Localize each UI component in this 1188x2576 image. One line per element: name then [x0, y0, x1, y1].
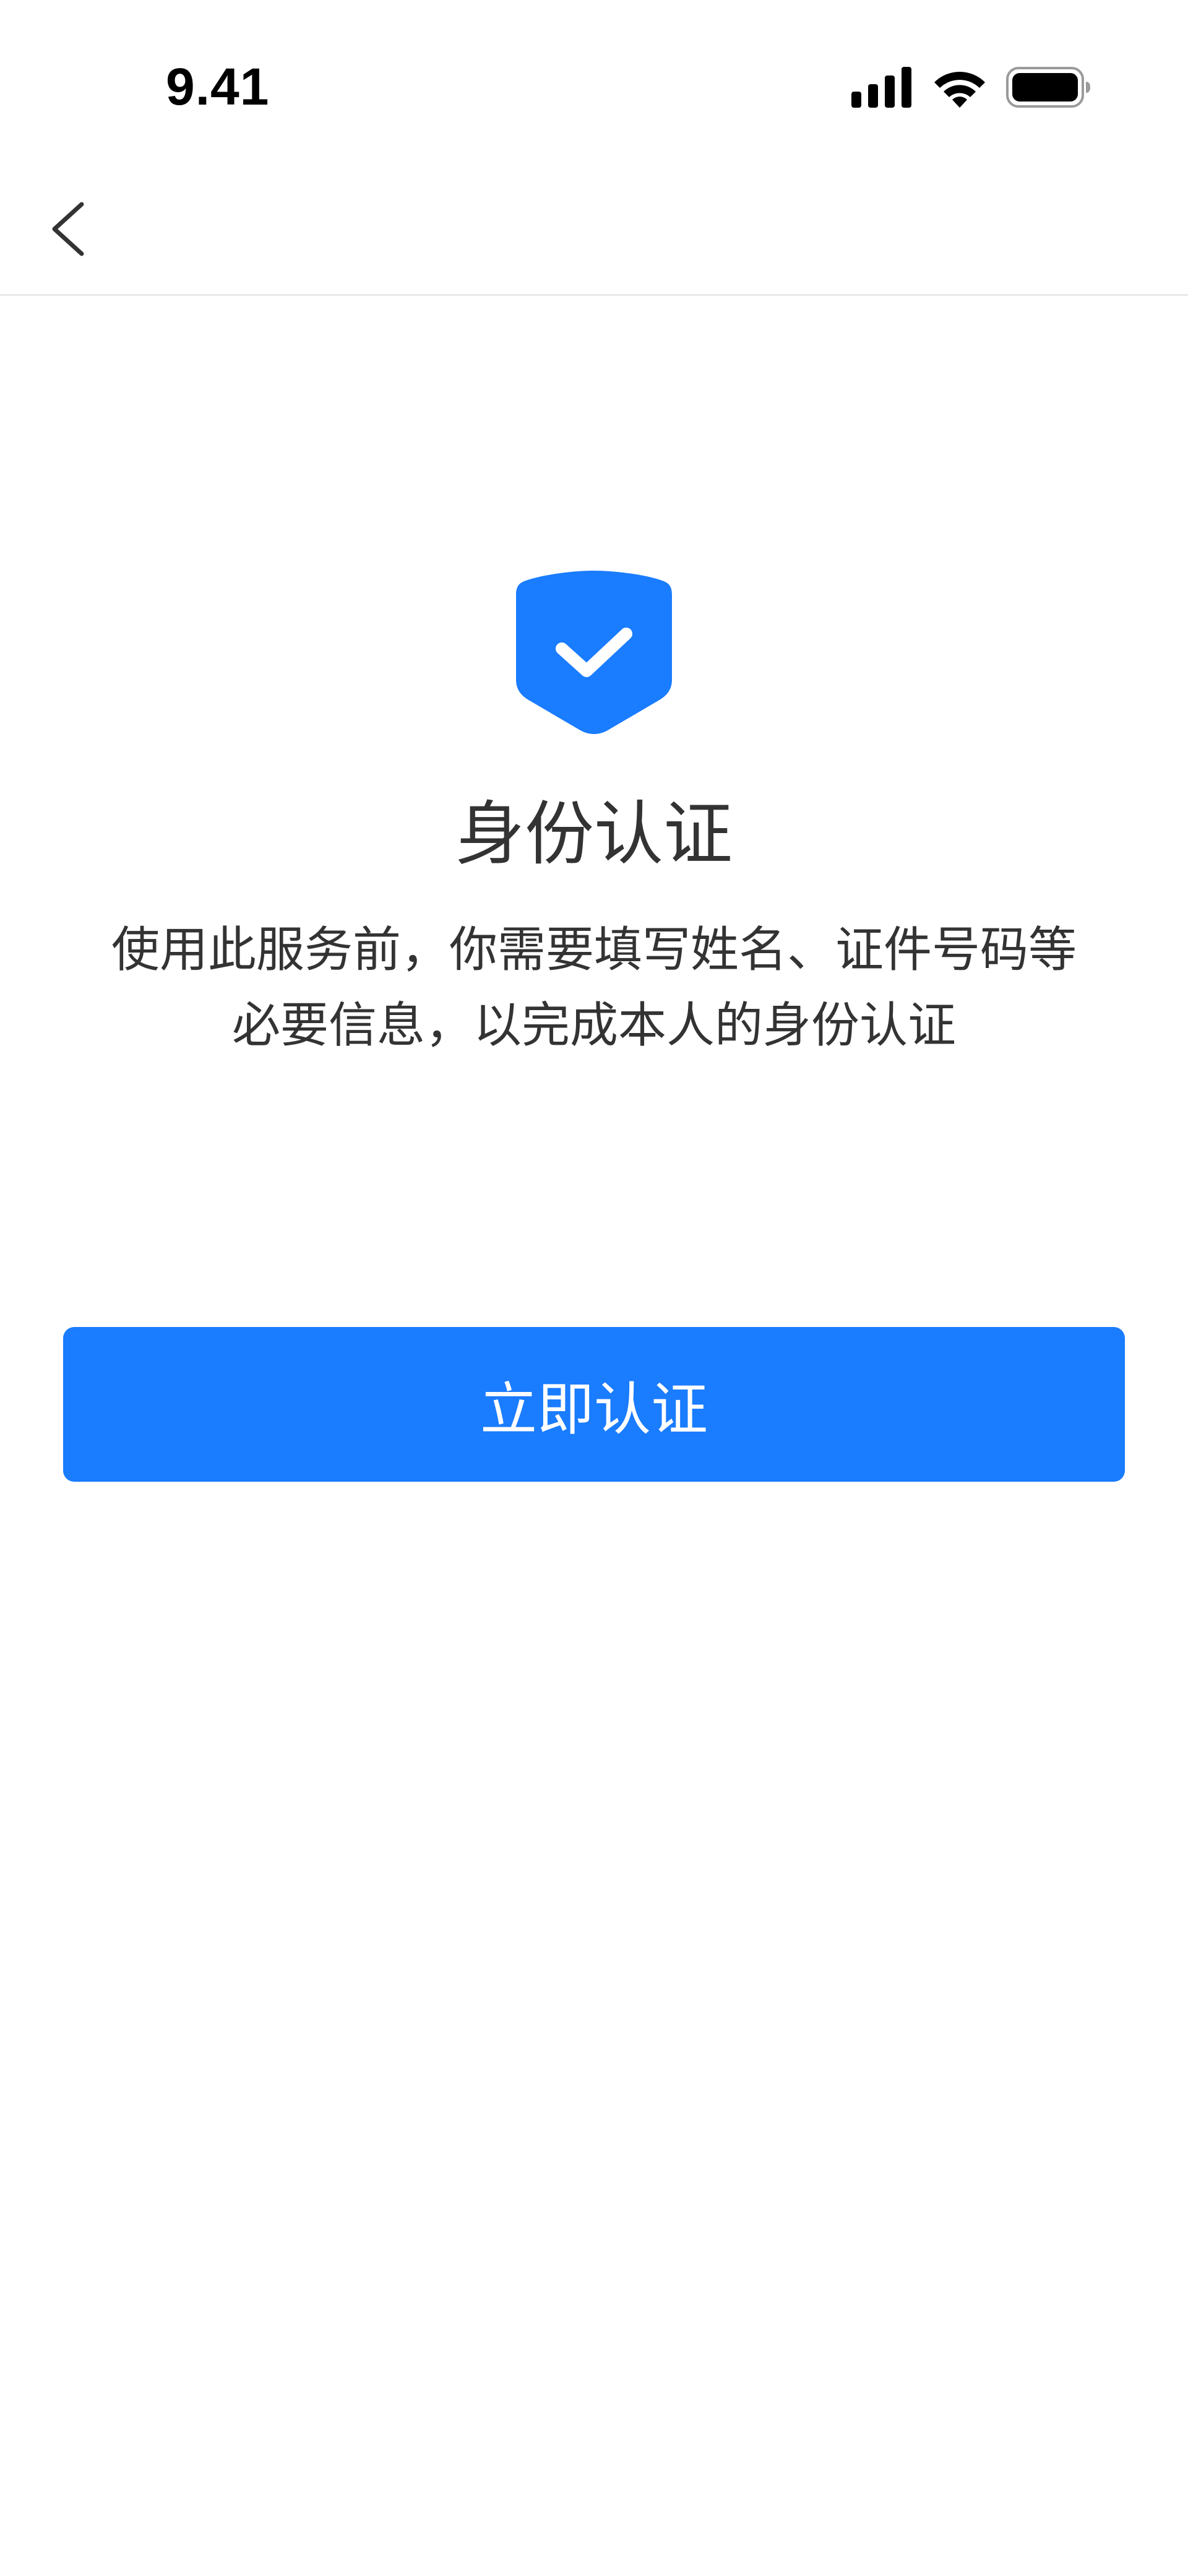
battery-icon — [1006, 67, 1090, 108]
back-button[interactable] — [37, 186, 111, 272]
status-bar: 9.41 — [0, 0, 1188, 161]
shield-check-icon — [516, 571, 672, 734]
description-line: 必要信息，以完成本人的身份认证 — [231, 998, 956, 1053]
signal-icon — [851, 67, 911, 108]
identity-verification-screen: 9.41 身份认证 使用此服务前，你需要填写姓名、证件号码等 必要信息，以完成本… — [0, 0, 1188, 2576]
wifi-icon — [934, 72, 985, 108]
description-line: 使用此服务前，你需要填写姓名、证件号码等 — [111, 922, 1077, 978]
description-text: 使用此服务前，你需要填写姓名、证件号码等 必要信息，以完成本人的身份认证 — [74, 912, 1114, 1063]
page-title: 身份认证 — [455, 794, 733, 875]
status-time: 9.41 — [166, 58, 270, 116]
nav-bar — [0, 161, 1188, 296]
chevron-left-icon — [52, 202, 84, 256]
verify-now-button[interactable]: 立即认证 — [63, 1327, 1125, 1482]
